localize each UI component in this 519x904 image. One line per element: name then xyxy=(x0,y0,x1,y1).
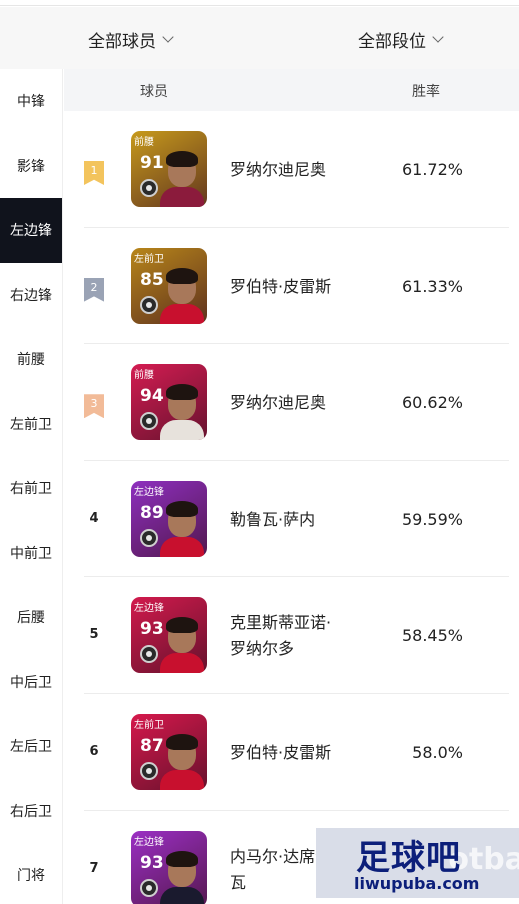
player-ranking-list: 1 前腰 91 罗纳尔迪尼奥 61.72% 2 左前卫 85 罗伯特·皮雷斯 6… xyxy=(64,111,519,904)
player-name: 罗伯特·皮雷斯 xyxy=(230,274,331,300)
card-position-label: 左边锋 xyxy=(134,603,164,615)
win-rate: 58.45% xyxy=(401,626,463,646)
player-card[interactable]: 前腰 94 xyxy=(131,364,207,441)
player-row[interactable]: 5 左边锋 93 克里斯蒂亚诺· 罗纳尔多 58.45% xyxy=(64,577,519,694)
tier-filter-dropdown[interactable]: 全部段位 xyxy=(358,27,444,52)
card-position-label: 前腰 xyxy=(134,137,154,148)
rank-ribbon-icon: 2 xyxy=(84,277,104,302)
card-position-label: 左边锋 xyxy=(134,836,164,848)
watermark-logo: otba 足球吧 liwupuba.com xyxy=(316,828,519,898)
card-position-label: 前腰 xyxy=(134,370,154,382)
player-portrait-icon xyxy=(160,730,204,790)
player-name: 罗伯特·皮雷斯 xyxy=(230,740,331,766)
sidebar-item-position[interactable]: 门将 xyxy=(0,843,62,904)
sidebar-item-position[interactable]: 左前卫 xyxy=(0,392,62,457)
card-position-label: 左前卫 xyxy=(134,719,164,731)
player-portrait-icon xyxy=(160,613,204,674)
sidebar-item-position[interactable]: 后腰 xyxy=(0,585,62,650)
player-name-line1: 克里斯蒂亚诺· xyxy=(230,613,332,633)
player-card[interactable]: 左边锋 93 xyxy=(131,597,207,674)
position-sidebar: 中锋 影锋 左边锋 右边锋 前腰 左前卫 右前卫 中前卫 后腰 中后卫 左后卫 右后卫 门将 xyxy=(0,69,63,904)
chevron-down-icon xyxy=(432,31,444,43)
card-position-label: 左边锋 xyxy=(134,486,164,498)
card-badge-icon xyxy=(140,179,158,197)
win-rate: 58.0% xyxy=(412,742,463,762)
card-badge-icon xyxy=(140,412,158,431)
card-badge-icon xyxy=(140,878,158,897)
card-badge-icon xyxy=(140,645,158,664)
sidebar-item-position[interactable]: 中前卫 xyxy=(0,521,62,586)
rank-number: 4 xyxy=(89,510,99,526)
rank-number: 2 xyxy=(90,280,98,294)
player-portrait-icon xyxy=(160,497,204,557)
card-badge-icon xyxy=(140,761,158,780)
player-filter-label: 全部球员 xyxy=(88,32,156,52)
chevron-down-icon xyxy=(162,31,174,43)
player-row[interactable]: 3 前腰 94 罗纳尔迪尼奥 60.62% xyxy=(64,344,519,461)
player-name: 罗纳尔迪尼奥 xyxy=(230,157,326,183)
player-name: 克里斯蒂亚诺· 罗纳尔多 xyxy=(230,610,360,662)
sidebar-item-position[interactable]: 中后卫 xyxy=(0,650,62,715)
watermark-url: liwupuba.com xyxy=(354,874,480,893)
sidebar-item-position[interactable]: 右后卫 xyxy=(0,779,62,844)
player-name-line1: 罗伯特·皮雷斯 xyxy=(230,276,332,296)
player-portrait-icon xyxy=(160,380,204,441)
filter-bar: 全部球员 全部段位 xyxy=(0,7,519,69)
player-card[interactable]: 左前卫 85 xyxy=(131,247,207,324)
rank-ribbon-icon: 1 xyxy=(84,161,104,185)
player-name-line2: 瓦 xyxy=(230,872,247,892)
player-filter-dropdown[interactable]: 全部球员 xyxy=(88,27,174,52)
top-divider xyxy=(0,0,519,6)
sidebar-item-position[interactable]: 右前卫 xyxy=(0,456,62,521)
rank-ribbon-icon: 3 xyxy=(84,394,104,419)
player-name-line1: 罗伯特·皮雷斯 xyxy=(230,742,332,762)
player-portrait-icon xyxy=(160,147,204,207)
player-row[interactable]: 6 左前卫 87 罗伯特·皮雷斯 58.0% xyxy=(64,694,519,811)
sidebar-item-position[interactable]: 前腰 xyxy=(0,327,62,392)
sidebar-item-position[interactable]: 左边锋 xyxy=(0,198,62,263)
player-portrait-icon xyxy=(160,264,204,324)
sidebar-item-position[interactable]: 影锋 xyxy=(0,134,62,199)
card-badge-icon xyxy=(140,528,158,547)
player-name-line1: 罗纳尔迪尼奥 xyxy=(230,160,327,179)
card-badge-icon xyxy=(140,295,158,314)
player-portrait-icon xyxy=(160,847,204,904)
rank-number: 3 xyxy=(90,397,98,411)
player-name-line2: 罗纳尔多 xyxy=(230,639,295,659)
sidebar-item-position[interactable]: 中锋 xyxy=(0,69,62,134)
player-row[interactable]: 4 左边锋 89 勒鲁瓦·萨内 59.59% xyxy=(64,461,519,578)
rank-number: 7 xyxy=(89,860,99,876)
watermark-title: 足球吧 xyxy=(356,838,461,878)
player-row[interactable]: 2 左前卫 85 罗伯特·皮雷斯 61.33% xyxy=(64,228,519,345)
win-rate: 61.72% xyxy=(401,160,463,179)
player-name: 罗纳尔迪尼奥 xyxy=(230,390,326,416)
player-card[interactable]: 左边锋 93 xyxy=(131,830,207,904)
player-card[interactable]: 左前卫 87 xyxy=(131,713,207,790)
rank-number: 1 xyxy=(90,164,98,177)
player-row[interactable]: 1 前腰 91 罗纳尔迪尼奥 61.72% xyxy=(64,111,519,228)
column-header-player: 球员 xyxy=(140,84,168,100)
column-header-winrate: 胜率 xyxy=(412,84,440,100)
player-name-line1: 勒鲁瓦·萨内 xyxy=(230,509,316,529)
card-position-label: 左前卫 xyxy=(134,253,164,265)
player-card[interactable]: 前腰 91 xyxy=(131,131,207,207)
win-rate: 60.62% xyxy=(401,393,463,413)
table-header: 球员 胜率 xyxy=(64,69,519,111)
tier-filter-label: 全部段位 xyxy=(358,32,426,52)
rank-number: 5 xyxy=(89,627,99,643)
win-rate: 59.59% xyxy=(401,509,463,529)
sidebar-item-position[interactable]: 左后卫 xyxy=(0,714,62,779)
player-name-line1: 罗纳尔迪尼奥 xyxy=(230,393,327,413)
rank-number: 6 xyxy=(89,743,99,759)
win-rate: 61.33% xyxy=(401,276,463,296)
player-name: 勒鲁瓦·萨内 xyxy=(230,507,315,533)
player-card[interactable]: 左边锋 89 xyxy=(131,480,207,557)
sidebar-item-position[interactable]: 右边锋 xyxy=(0,263,62,328)
